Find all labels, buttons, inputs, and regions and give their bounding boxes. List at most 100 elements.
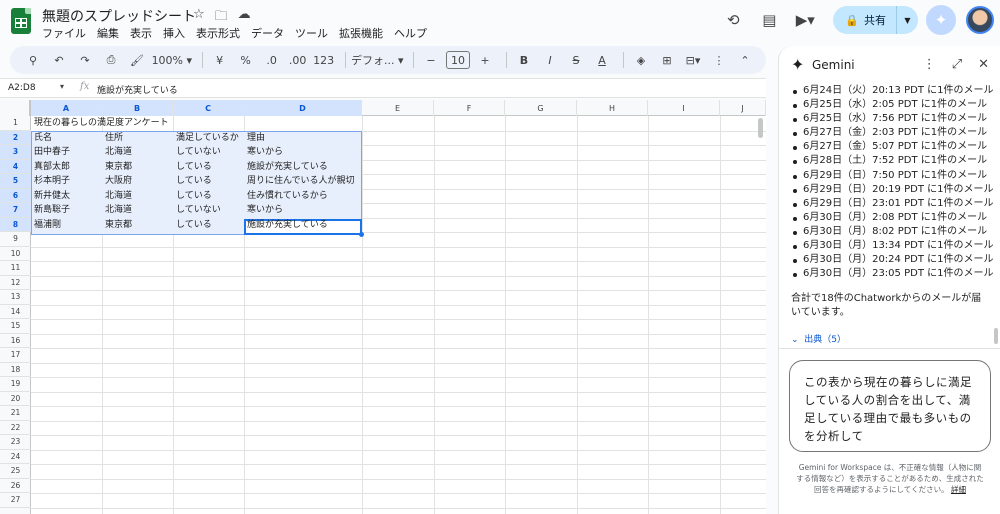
row-header-1[interactable]: 1 <box>0 116 31 131</box>
cell-b5[interactable]: 大阪府 <box>102 174 173 189</box>
borders-icon[interactable]: ⊞ <box>656 49 678 71</box>
cell-b3[interactable]: 北海道 <box>102 145 173 160</box>
cell-d8[interactable]: 施設が充実している <box>244 218 362 233</box>
percent-format-button[interactable]: % <box>235 49 257 71</box>
row-header-23[interactable]: 23 <box>0 435 31 450</box>
row-header-18[interactable]: 18 <box>0 363 31 377</box>
row-header-12[interactable]: 12 <box>0 276 31 290</box>
column-header-b[interactable]: B <box>102 100 173 116</box>
column-header-h[interactable]: H <box>577 100 648 116</box>
row-header-10[interactable]: 10 <box>0 247 31 261</box>
details-link[interactable]: 詳細 <box>951 485 966 494</box>
gemini-scrollbar[interactable] <box>994 328 998 344</box>
more-options-icon[interactable]: ⋮ <box>923 57 936 72</box>
row-header-26[interactable]: 26 <box>0 479 31 493</box>
row-header-22[interactable]: 22 <box>0 421 31 435</box>
print-icon[interactable]: ⎙ <box>100 49 122 71</box>
row-header-21[interactable]: 21 <box>0 406 31 421</box>
redo-icon[interactable]: ↷ <box>74 49 96 71</box>
row-header-20[interactable]: 20 <box>0 392 31 406</box>
fill-color-icon[interactable]: ◈ <box>630 49 652 71</box>
row-header-16[interactable]: 16 <box>0 334 31 348</box>
row-header-11[interactable]: 11 <box>0 261 31 276</box>
cell-b7[interactable]: 北海道 <box>102 203 173 218</box>
row-header-17[interactable]: 17 <box>0 348 31 363</box>
document-title[interactable]: 無題のスプレッドシート <box>42 6 196 26</box>
comments-icon[interactable]: ▤ <box>755 6 783 34</box>
share-dropdown-icon[interactable]: ▼ <box>896 6 918 34</box>
row-header-24[interactable]: 24 <box>0 450 31 464</box>
spreadsheet-grid[interactable]: ABCDEFGHIJ 1 2 3 4 5 6 7 8 9 10 11 12 13 14 15 16 17 18 19… <box>0 100 766 514</box>
cell-a6[interactable]: 新井健太 <box>31 189 102 204</box>
cell-d6[interactable]: 住み慣れているから <box>244 189 362 204</box>
merge-cells-icon[interactable]: ⊟▾ <box>682 49 704 71</box>
column-header-a[interactable]: A <box>31 100 102 116</box>
menu-file[interactable]: ファイル <box>42 25 86 41</box>
more-formats-button[interactable]: 123 <box>313 49 335 71</box>
cell-d5[interactable]: 周りに住んでいる人が親切 <box>244 174 362 189</box>
paint-format-icon[interactable]: 🖌 <box>126 49 148 71</box>
select-all-corner[interactable] <box>0 100 31 116</box>
row-header-14[interactable]: 14 <box>0 305 31 319</box>
expand-icon[interactable]: ⤢ <box>952 57 962 72</box>
column-header-j[interactable]: J <box>720 100 766 116</box>
font-select[interactable]: デフォ... ▾ <box>351 49 404 71</box>
cell-d3[interactable]: 寒いから <box>244 145 362 160</box>
menu-help[interactable]: ヘルプ <box>394 25 427 41</box>
currency-format-button[interactable]: ¥ <box>209 49 231 71</box>
menu-view[interactable]: 表示 <box>130 25 152 41</box>
row-header-7[interactable]: 7 <box>0 203 31 218</box>
italic-button[interactable]: I <box>539 49 561 71</box>
column-header-e[interactable]: E <box>362 100 434 116</box>
row-header-4[interactable]: 4 <box>0 159 31 174</box>
history-icon[interactable]: ⟲ <box>719 6 747 34</box>
row-header-6[interactable]: 6 <box>0 188 31 203</box>
avatar[interactable] <box>966 6 994 34</box>
row-header-27[interactable]: 27 <box>0 493 31 508</box>
row-header-5[interactable]: 5 <box>0 174 31 189</box>
meet-icon[interactable]: ▶▾ <box>791 6 819 34</box>
row-header-3[interactable]: 3 <box>0 145 31 160</box>
row-header-19[interactable]: 19 <box>0 377 31 392</box>
cell-a2[interactable]: 氏名 <box>31 131 102 146</box>
column-header-d[interactable]: D <box>244 100 362 116</box>
sources-toggle[interactable]: ⌄ 出典（5） <box>791 332 846 345</box>
cell-c2[interactable]: 満足しているか <box>173 131 244 146</box>
zoom-select[interactable]: 100% ▾ <box>152 49 192 71</box>
cell-c4[interactable]: している <box>173 160 244 175</box>
close-icon[interactable]: ✕ <box>978 57 989 72</box>
cell-b2[interactable]: 住所 <box>102 131 173 146</box>
font-size-decrease-button[interactable]: − <box>420 49 442 71</box>
sheets-logo-icon[interactable] <box>11 8 31 34</box>
cell-c5[interactable]: している <box>173 174 244 189</box>
row-header-15[interactable]: 15 <box>0 319 31 334</box>
column-header-i[interactable]: I <box>648 100 720 116</box>
decrease-decimal-button[interactable]: .0 <box>261 49 283 71</box>
vertical-scrollbar[interactable] <box>758 118 763 138</box>
row-header-13[interactable]: 13 <box>0 290 31 305</box>
cell-a3[interactable]: 田中春子 <box>31 145 102 160</box>
row-header-2[interactable]: 2 <box>0 130 31 145</box>
strikethrough-button[interactable]: S <box>565 49 587 71</box>
share-button[interactable]: 🔒 共有 ▼ <box>833 6 918 34</box>
more-toolbar-icon[interactable]: ⋮ <box>708 49 730 71</box>
cell-d7[interactable]: 寒いから <box>244 203 362 218</box>
menu-extensions[interactable]: 拡張機能 <box>339 25 383 41</box>
cell-b6[interactable]: 北海道 <box>102 189 173 204</box>
cell-b8[interactable]: 東京都 <box>102 218 173 233</box>
font-size-input[interactable]: 10 <box>446 51 470 69</box>
collapse-toolbar-icon[interactable]: ⌃ <box>734 49 756 71</box>
menu-tools[interactable]: ツール <box>295 25 328 41</box>
column-header-g[interactable]: G <box>505 100 577 116</box>
bold-button[interactable]: B <box>513 49 535 71</box>
cell-c8[interactable]: している <box>173 218 244 233</box>
column-header-c[interactable]: C <box>173 100 244 116</box>
formula-input[interactable]: 施設が充実している <box>97 83 178 96</box>
cell-a5[interactable]: 杉本明子 <box>31 174 102 189</box>
name-box[interactable]: A2:D8 <box>8 82 68 93</box>
row-header-9[interactable]: 9 <box>0 232 31 247</box>
cell-d4[interactable]: 施設が充実している <box>244 160 362 175</box>
column-header-f[interactable]: F <box>434 100 505 116</box>
cell-a8[interactable]: 福浦剛 <box>31 218 102 233</box>
cell-d2[interactable]: 理由 <box>244 131 362 146</box>
